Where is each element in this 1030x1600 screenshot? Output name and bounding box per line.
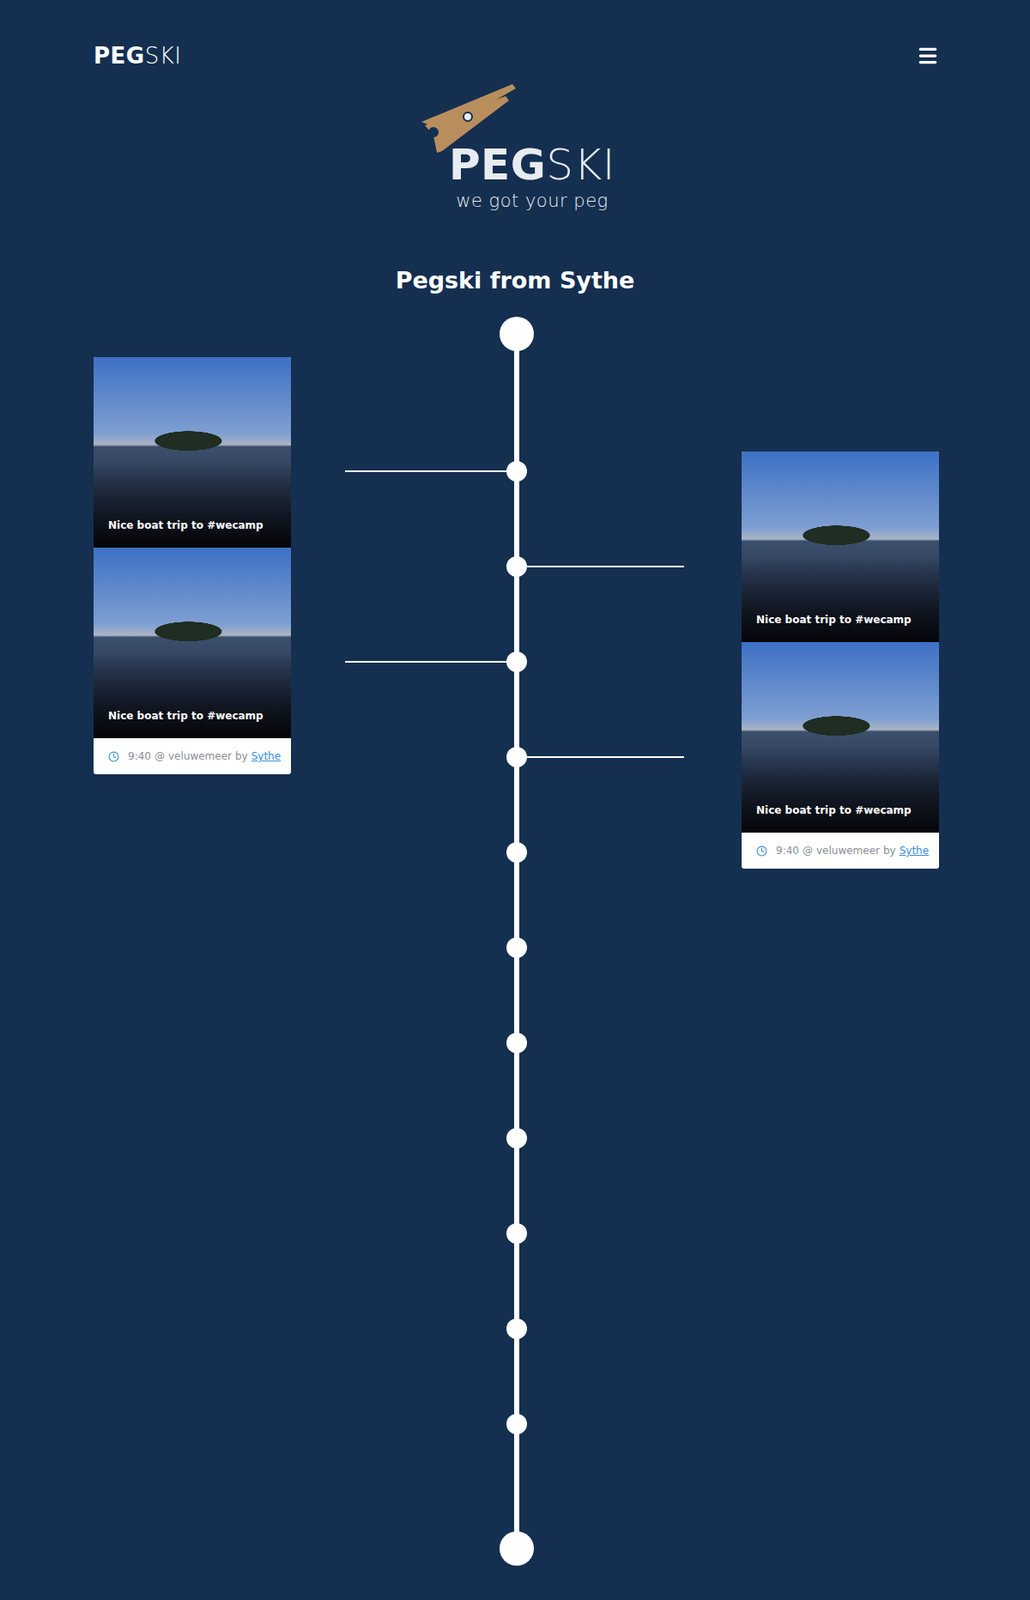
post-time: 9:40 [127,750,152,763]
post-photo[interactable]: Nice boat trip to #wecamp [93,357,291,548]
photo-caption: Nice boat trip to #wecamp [756,612,912,627]
timeline-markers [290,423,742,1472]
connector-line [345,1232,507,1235]
timeline-marker [290,518,742,614]
photo-caption: Nice boat trip to #wecamp [756,803,912,818]
hero: PEGSKIwe got your peg [0,84,1030,213]
post-card: Nice boat trip to #wecamp Nice boat trip … [93,357,291,775]
timeline-end [499,1531,534,1566]
connector-line [345,1423,507,1425]
menu-button[interactable] [916,44,940,67]
timeline-dot[interactable] [506,1127,528,1149]
timeline-dot[interactable] [506,1318,528,1339]
post-card: Nice boat trip to #wecamp Nice boat trip … [741,451,940,869]
timeline-dot[interactable] [506,556,528,577]
tagline: we got your peg [455,188,608,213]
timeline-dot[interactable] [506,842,528,863]
timeline-dot[interactable] [506,1223,528,1244]
post-place: veluwemeer [816,844,880,857]
connector-line [527,470,685,473]
post-meta: 9:40@veluwemeerbySythe [741,832,940,869]
connector-line [345,1042,507,1044]
clock-icon [756,845,768,857]
timeline-marker [290,1280,742,1376]
at-sign: @ [154,750,165,763]
connector-line [345,851,507,854]
timeline-marker [290,708,742,805]
hamburger-icon [916,44,940,67]
post-meta: 9:40@veluwemeerbySythe [93,738,291,775]
photo-caption: Nice boat trip to #wecamp [108,518,264,533]
at-sign: @ [802,844,813,857]
connector-line [527,1423,685,1425]
author-link[interactable]: Sythe [251,750,281,763]
timeline-marker [290,1090,742,1186]
post-photo[interactable]: Nice boat trip to #wecamp [741,451,940,643]
author-link[interactable]: Sythe [899,844,929,857]
connector-line [527,1042,685,1044]
timeline-marker [290,423,742,519]
header: PEGSKI [0,0,1030,69]
timeline-dot[interactable] [506,937,528,958]
connector-line [345,565,507,568]
connector-line [345,470,507,473]
connector-line [345,660,507,663]
timeline-start [499,316,534,352]
timeline-marker [290,1375,742,1472]
connector-line [527,851,685,854]
brand-logo[interactable]: PEGSKI [93,43,182,69]
connector-line [527,1327,685,1330]
timeline-marker [290,804,742,900]
connector-line [345,756,507,758]
connector-line [527,1232,685,1235]
timeline-marker [290,994,742,1091]
connector-line [345,1137,507,1140]
timeline-marker [290,613,742,709]
right-column: Nice boat trip to #wecamp Nice boat trip … [741,316,940,869]
page: PEGSKIPEGSKIwe got your pegPegski from S… [0,0,1030,1600]
connector-line [345,1327,507,1330]
connector-line [527,1137,685,1140]
timeline [290,316,742,1575]
timeline-dot[interactable] [506,1032,528,1054]
connector-line [345,946,507,949]
timeline-dot[interactable] [506,651,528,673]
connector-line [527,756,685,758]
by-label: by [883,844,897,857]
timeline-section: Nice boat trip to #wecamp Nice boat trip … [0,316,1030,1575]
by-label: by [235,750,249,763]
hero-brand: PEGSKI [448,141,616,189]
timeline-dot[interactable] [506,460,528,482]
timeline-dot[interactable] [506,1413,528,1435]
connector-line [527,565,685,568]
timeline-dot[interactable] [506,746,528,768]
post-photo[interactable]: Nice boat trip to #wecamp [93,547,291,739]
connector-line [527,660,685,663]
post-place: veluwemeer [168,750,232,763]
post-photo[interactable]: Nice boat trip to #wecamp [741,642,940,833]
timeline-marker [290,1185,742,1281]
post-time: 9:40 [775,844,800,857]
left-column: Nice boat trip to #wecamp Nice boat trip … [93,316,291,775]
page-title: Pegski from Sythe [0,264,1030,297]
timeline-marker [290,899,742,995]
connector-line [527,946,685,949]
photo-caption: Nice boat trip to #wecamp [108,708,264,723]
clock-icon [108,751,120,763]
